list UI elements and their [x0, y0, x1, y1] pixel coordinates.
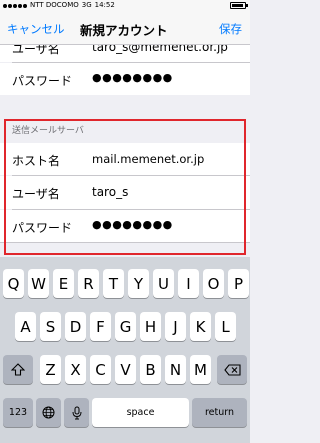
- key-o[interactable]: O: [203, 269, 224, 298]
- key-k[interactable]: K: [190, 312, 211, 341]
- key-c[interactable]: C: [90, 355, 111, 384]
- microphone-key[interactable]: [64, 398, 89, 427]
- screen: NTT DOCOMO 3G 14:52 キャンセル 新規アカウント 保存 ユーザ…: [0, 0, 250, 443]
- key-u[interactable]: U: [153, 269, 174, 298]
- battery-fill: [232, 4, 243, 7]
- signal-strength-icon: [3, 3, 27, 8]
- globe-icon: [42, 406, 55, 419]
- key-t[interactable]: T: [103, 269, 124, 298]
- key-l[interactable]: L: [215, 312, 236, 341]
- status-bar: NTT DOCOMO 3G 14:52: [0, 0, 250, 11]
- key-f[interactable]: F: [90, 312, 111, 341]
- key-y[interactable]: Y: [128, 269, 149, 298]
- keyboard: Q W E R T Y U I O P A S D F G H J K L Z …: [0, 257, 250, 443]
- incoming-username-field[interactable]: taro_s@memenet.or.jp: [92, 45, 228, 54]
- key-j[interactable]: J: [165, 312, 186, 341]
- space-key[interactable]: space: [92, 398, 189, 427]
- carrier-label: NTT DOCOMO: [30, 1, 79, 9]
- key-n[interactable]: N: [165, 355, 186, 384]
- key-w[interactable]: W: [28, 269, 49, 298]
- key-g[interactable]: G: [115, 312, 136, 341]
- status-left: NTT DOCOMO 3G 14:52: [3, 0, 115, 11]
- incoming-password-field[interactable]: ●●●●●●●●: [92, 71, 173, 84]
- return-key[interactable]: return: [192, 398, 247, 427]
- numbers-key[interactable]: 123: [3, 398, 33, 427]
- key-i[interactable]: I: [178, 269, 199, 298]
- battery-icon: [230, 2, 248, 9]
- key-s[interactable]: S: [40, 312, 61, 341]
- key-z[interactable]: Z: [40, 355, 61, 384]
- key-x[interactable]: X: [65, 355, 86, 384]
- key-p[interactable]: P: [228, 269, 249, 298]
- shift-key[interactable]: [3, 355, 33, 384]
- time-label: 14:52: [94, 1, 115, 9]
- key-v[interactable]: V: [115, 355, 136, 384]
- network-label: 3G: [81, 1, 92, 9]
- microphone-icon: [72, 406, 82, 420]
- navigation-bar: キャンセル 新規アカウント 保存: [0, 11, 250, 45]
- shift-icon: [11, 363, 25, 376]
- delete-key[interactable]: [217, 355, 247, 384]
- incoming-username-label: ユーザ名: [12, 45, 60, 56]
- key-r[interactable]: R: [78, 269, 99, 298]
- key-m[interactable]: M: [190, 355, 211, 384]
- cancel-button[interactable]: キャンセル: [7, 21, 65, 37]
- incoming-username-row[interactable]: ユーザ名 taro_s@memenet.or.jp: [0, 45, 250, 62]
- key-a[interactable]: A: [15, 312, 36, 341]
- key-q[interactable]: Q: [3, 269, 24, 298]
- outgoing-server-highlight: [4, 119, 246, 255]
- delete-icon: [223, 363, 241, 376]
- globe-key[interactable]: [36, 398, 61, 427]
- save-button[interactable]: 保存: [219, 21, 242, 37]
- incoming-password-label: パスワード: [12, 74, 73, 88]
- key-h[interactable]: H: [140, 312, 161, 341]
- key-d[interactable]: D: [65, 312, 86, 341]
- incoming-password-row[interactable]: パスワード ●●●●●●●●: [0, 63, 250, 95]
- key-b[interactable]: B: [140, 355, 161, 384]
- page-title: 新規アカウント: [80, 23, 168, 38]
- key-e[interactable]: E: [53, 269, 74, 298]
